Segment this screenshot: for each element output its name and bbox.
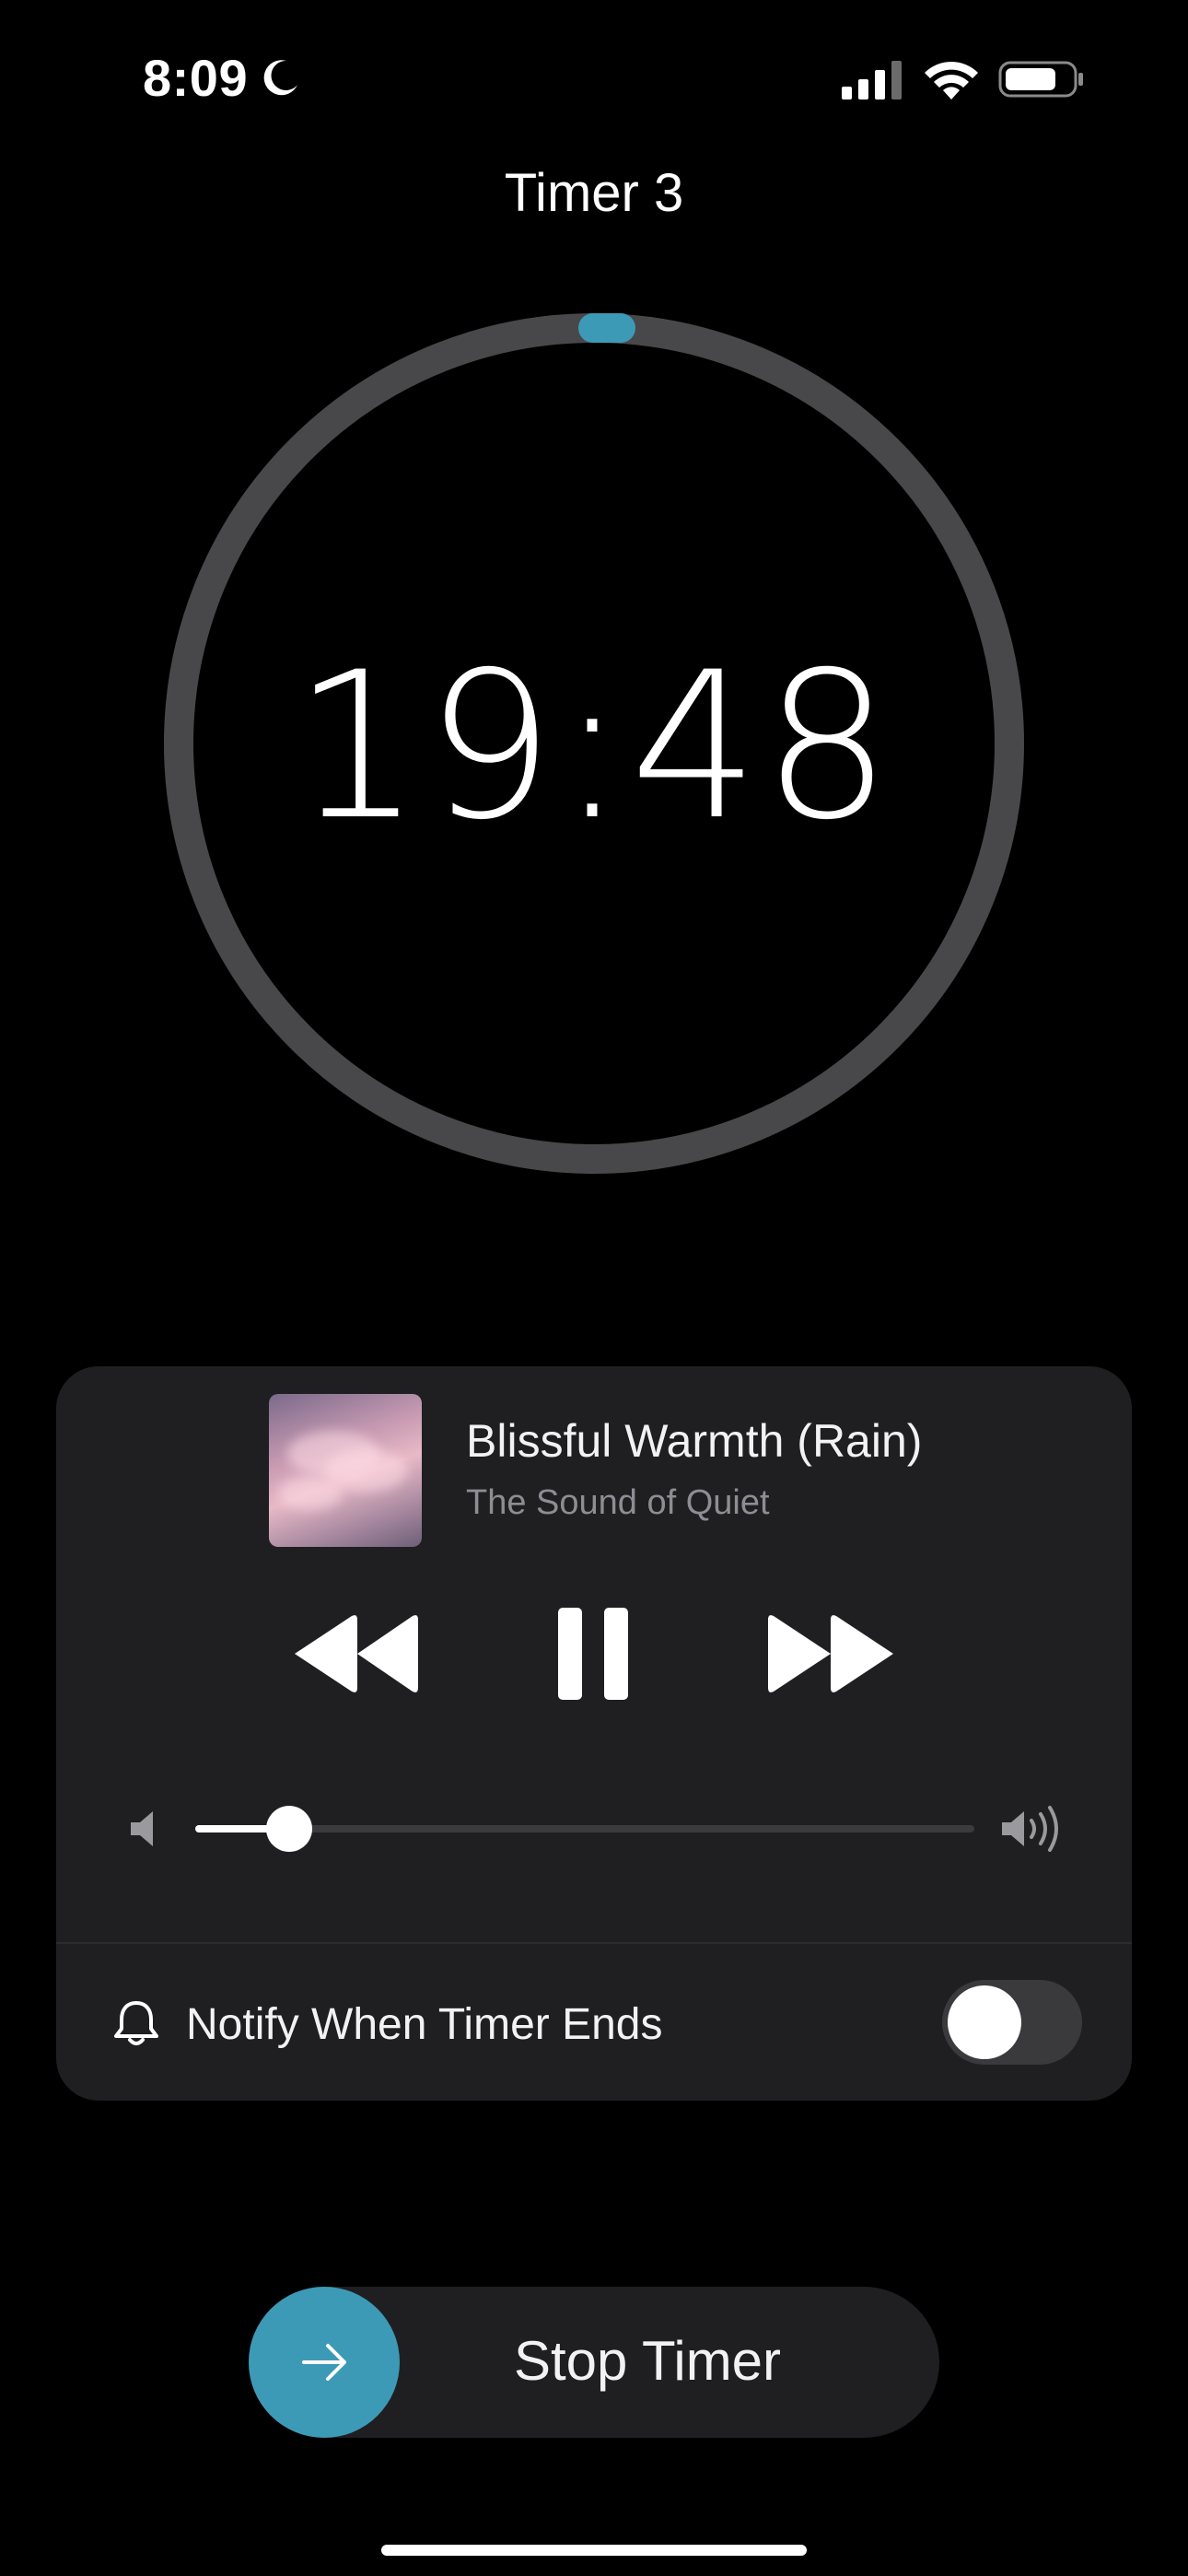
stop-timer-label: Stop Timer xyxy=(513,2330,782,2392)
home-indicator xyxy=(381,2545,807,2556)
wifi-icon xyxy=(925,61,978,100)
volume-high-icon xyxy=(1002,1806,1058,1852)
pause-button[interactable] xyxy=(558,1608,628,1700)
cellular-signal-icon xyxy=(842,61,902,100)
battery-icon xyxy=(998,61,1083,98)
notify-label: Notify When Timer Ends xyxy=(186,2000,663,2049)
timer-progress-indicator xyxy=(578,313,635,343)
volume-slider[interactable] xyxy=(195,1825,974,1832)
notify-toggle-knob xyxy=(948,1985,1021,2059)
status-time: 8:09 xyxy=(143,49,249,107)
page-title: Timer 3 xyxy=(504,163,684,223)
arrow-right-icon xyxy=(302,2344,346,2381)
volume-slider-thumb[interactable] xyxy=(265,1806,312,1852)
track-artist: The Sound of Quiet xyxy=(466,1483,770,1522)
timer-remaining: 19:48 xyxy=(292,628,895,864)
rewind-icon xyxy=(295,1615,418,1692)
fast-forward-button[interactable] xyxy=(768,1612,893,1695)
moon-icon xyxy=(263,60,297,96)
volume-low-icon xyxy=(131,1811,153,1846)
card-divider xyxy=(56,1942,1132,1944)
bell-icon xyxy=(114,2001,158,2045)
rewind-button[interactable] xyxy=(295,1612,420,1695)
album-artwork xyxy=(269,1394,422,1547)
track-title: Blissful Warmth (Rain) xyxy=(466,1415,923,1467)
fast-forward-icon xyxy=(768,1615,893,1692)
pause-icon xyxy=(558,1608,628,1700)
